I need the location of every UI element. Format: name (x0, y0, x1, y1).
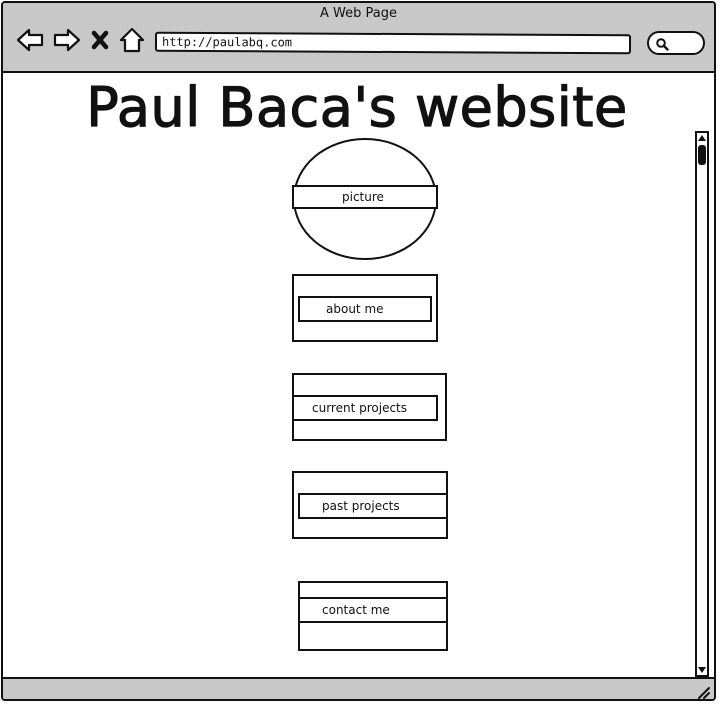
about-me-button[interactable]: about me (298, 296, 432, 322)
back-arrow-icon[interactable] (15, 25, 45, 55)
scroll-thumb[interactable] (698, 145, 706, 165)
resize-grip-icon[interactable] (696, 685, 710, 699)
page-title: Paul Baca's website (86, 75, 628, 139)
past-projects-button[interactable]: past projects (298, 493, 448, 519)
close-icon[interactable] (89, 25, 111, 55)
picture-label: picture (292, 185, 438, 209)
home-icon[interactable] (117, 25, 147, 55)
vertical-scrollbar[interactable] (695, 131, 709, 677)
window-title: A Web Page (320, 6, 397, 21)
forward-arrow-icon[interactable] (52, 25, 82, 55)
search-icon (656, 38, 669, 51)
browser-window: A Web Page http://paulabq.com Paul Baca'… (1, 1, 716, 701)
current-projects-button[interactable]: current projects (292, 395, 438, 421)
page-content: Paul Baca's website picture about me cur… (3, 73, 714, 677)
scroll-down-arrow-icon[interactable] (697, 665, 707, 675)
browser-toolbar: A Web Page http://paulabq.com (3, 3, 714, 73)
scroll-up-arrow-icon[interactable] (697, 133, 707, 143)
contact-me-button[interactable]: contact me (298, 597, 448, 623)
url-input[interactable]: http://paulabq.com (154, 31, 632, 55)
search-input[interactable] (647, 31, 705, 55)
status-bar (3, 677, 714, 699)
